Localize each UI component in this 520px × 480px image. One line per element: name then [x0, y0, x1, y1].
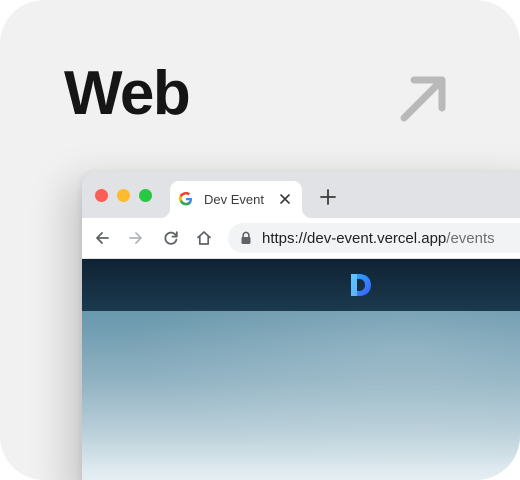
browser-toolbar: https://dev-event.vercel.app/events	[82, 218, 520, 259]
hero-background	[82, 311, 520, 480]
window-maximize-button[interactable]	[139, 189, 152, 202]
address-bar[interactable]: https://dev-event.vercel.app/events	[228, 223, 520, 253]
lock-icon[interactable]	[240, 231, 252, 245]
tab-title: Dev Event	[204, 192, 264, 207]
tab-strip: Dev Event	[82, 172, 520, 218]
window-close-button[interactable]	[95, 189, 108, 202]
browser-window: Dev Event https://dev-event.vercel.app/e…	[82, 172, 520, 480]
reload-icon[interactable]	[163, 230, 179, 246]
site-header	[82, 259, 520, 311]
plus-icon[interactable]	[320, 189, 336, 205]
close-icon[interactable]	[278, 192, 292, 206]
page-viewport	[82, 259, 520, 480]
google-g-icon	[179, 192, 192, 206]
url-path: /events	[446, 230, 495, 247]
address-text[interactable]: https://dev-event.vercel.app/events	[262, 230, 495, 247]
arrow-up-right-icon[interactable]	[396, 70, 452, 126]
web-card[interactable]: Web Dev Event https://dev-event.vercel.a…	[0, 0, 520, 480]
home-icon[interactable]	[196, 230, 212, 246]
dev-event-logo[interactable]	[350, 273, 372, 297]
url-host: https://dev-event.vercel.app	[262, 230, 447, 247]
arrow-right-icon[interactable]	[128, 230, 144, 246]
card-title: Web	[64, 59, 191, 128]
tab-dev-event[interactable]: Dev Event	[160, 181, 312, 218]
window-minimize-button[interactable]	[117, 189, 130, 202]
arrow-left-icon[interactable]	[94, 230, 110, 246]
